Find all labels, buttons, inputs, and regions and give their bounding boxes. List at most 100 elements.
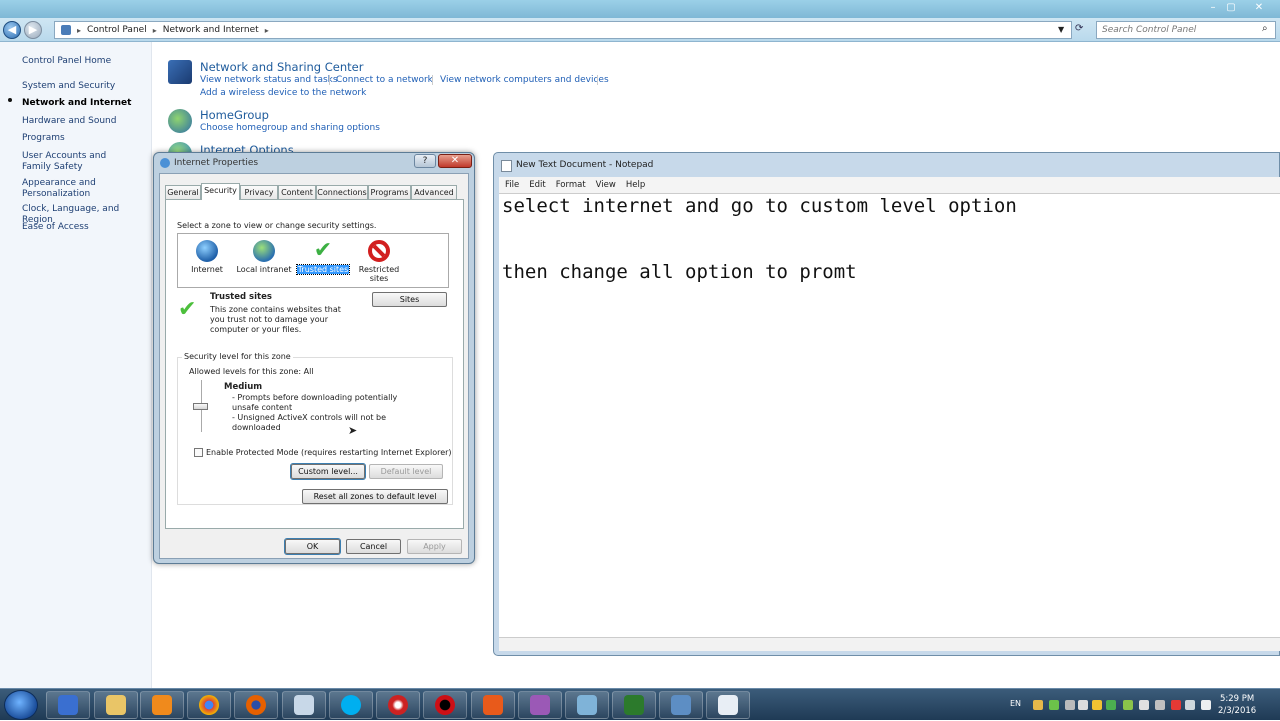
zone-restricted-sites[interactable]: Restricted sites: [350, 240, 408, 283]
nav-hardware-sound[interactable]: Hardware and Sound: [22, 116, 116, 127]
firefox-icon[interactable]: [234, 691, 278, 719]
view-network-computers-link[interactable]: View network computers and devices: [440, 75, 609, 85]
homegroup-options-link[interactable]: Choose homegroup and sharing options: [200, 123, 380, 133]
media-player-icon[interactable]: [140, 691, 184, 719]
search-icon[interactable]: ⌕: [1262, 23, 1268, 34]
address-bar[interactable]: ▸ Control Panel ▸ Network and Internet ▸: [54, 21, 1072, 39]
clock[interactable]: 5:29 PM 2/3/2016: [1218, 693, 1256, 717]
search-input[interactable]: Search Control Panel: [1096, 21, 1276, 39]
minimize-button[interactable]: –: [1206, 2, 1220, 14]
menu-file[interactable]: File: [505, 177, 519, 193]
camtasia-icon[interactable]: [612, 691, 656, 719]
globe-icon: [196, 240, 218, 262]
security-tab-panel: Select a zone to view or change security…: [165, 199, 464, 529]
maximize-button[interactable]: ▢: [1224, 2, 1238, 14]
ok-button[interactable]: OK: [284, 538, 341, 555]
zone-trusted-sites[interactable]: ✔ Trusted sites: [294, 240, 352, 275]
start-button[interactable]: [4, 690, 38, 720]
close-button[interactable]: ✕: [1252, 2, 1266, 14]
nav-system-security[interactable]: System and Security: [22, 81, 115, 92]
paint-icon[interactable]: [282, 691, 326, 719]
tray-icon[interactable]: [1171, 700, 1181, 710]
tab-privacy[interactable]: Privacy: [240, 185, 278, 200]
opera-icon[interactable]: [423, 691, 467, 719]
sites-button[interactable]: Sites: [372, 292, 447, 307]
security-level-label: Security level for this zone: [182, 352, 293, 361]
app-icon-red[interactable]: [376, 691, 420, 719]
tray-icon[interactable]: [1049, 700, 1059, 710]
tray-icon[interactable]: [1139, 700, 1149, 710]
menu-help[interactable]: Help: [626, 177, 645, 193]
tray-icon[interactable]: [1065, 700, 1075, 710]
chevron-down-icon[interactable]: ▼: [1058, 25, 1064, 34]
cancel-button[interactable]: Cancel: [346, 539, 401, 554]
network-sharing-center-link[interactable]: Network and Sharing Center: [200, 60, 363, 74]
menu-edit[interactable]: Edit: [529, 177, 545, 193]
horizontal-scrollbar[interactable]: [499, 637, 1280, 651]
control-panel-taskbar-icon[interactable]: [659, 691, 703, 719]
tab-general[interactable]: General: [165, 185, 201, 200]
file-explorer-icon[interactable]: [94, 691, 138, 719]
address-toolbar: ◀ ▶ ▸ Control Panel ▸ Network and Intern…: [0, 18, 1280, 42]
dialog-close-button[interactable]: ✕: [438, 154, 472, 168]
default-level-button[interactable]: Default level: [369, 464, 443, 479]
notepad-text-area[interactable]: select internet and go to custom level o…: [499, 193, 1280, 637]
app-icon-blue[interactable]: [565, 691, 609, 719]
chrome-icon[interactable]: [187, 691, 231, 719]
notepad-taskbar-icon[interactable]: [706, 691, 750, 719]
tab-connections[interactable]: Connections: [316, 185, 368, 200]
refresh-icon[interactable]: ⟳: [1075, 23, 1083, 34]
tab-content[interactable]: Content: [278, 185, 316, 200]
nav-programs[interactable]: Programs: [22, 133, 65, 144]
zone-heading: Trusted sites: [210, 292, 272, 302]
homegroup-link[interactable]: HomeGroup: [200, 108, 269, 122]
nav-user-accounts[interactable]: User Accounts and Family Safety: [22, 151, 137, 173]
tray-icon[interactable]: [1092, 700, 1102, 710]
protected-mode-checkbox[interactable]: [194, 448, 203, 457]
tray-icon[interactable]: [1185, 700, 1195, 710]
tab-advanced[interactable]: Advanced: [411, 185, 457, 200]
taskbar-app-icon[interactable]: [46, 691, 90, 719]
skype-icon[interactable]: [329, 691, 373, 719]
connect-network-link[interactable]: Connect to a network: [336, 75, 433, 85]
zone-internet[interactable]: Internet: [178, 240, 236, 274]
breadcrumb-control-panel[interactable]: Control Panel: [87, 25, 147, 35]
zone-local-intranet[interactable]: Local intranet: [234, 240, 294, 274]
nav-control-panel-home[interactable]: Control Panel Home: [22, 56, 111, 67]
nav-appearance[interactable]: Appearance and Personalization: [22, 178, 112, 200]
forward-icon[interactable]: ▶: [24, 21, 42, 39]
menu-view[interactable]: View: [596, 177, 616, 193]
language-indicator[interactable]: EN: [1010, 699, 1021, 708]
tray-icon[interactable]: [1078, 700, 1088, 710]
notepad-menubar: File Edit Format View Help: [499, 177, 1280, 193]
app-icon-purple[interactable]: [518, 691, 562, 719]
divider: [432, 75, 433, 85]
volume-icon[interactable]: [1201, 700, 1211, 710]
level-bullet: - Unsigned ActiveX controls will not be …: [232, 413, 387, 432]
nav-network-internet[interactable]: Network and Internet: [22, 98, 131, 109]
clock-date: 2/3/2016: [1218, 706, 1257, 716]
back-icon[interactable]: ◀: [3, 21, 21, 39]
zone-label: Local intranet: [236, 265, 292, 274]
network-icon[interactable]: [1155, 700, 1165, 710]
tab-programs[interactable]: Programs: [368, 185, 411, 200]
zone-label: Internet: [191, 265, 223, 274]
tab-security[interactable]: Security: [201, 183, 240, 200]
menu-format[interactable]: Format: [556, 177, 586, 193]
homegroup-icon: [168, 109, 192, 133]
tray-icon[interactable]: [1123, 700, 1133, 710]
tray-icon[interactable]: [1106, 700, 1116, 710]
view-network-status-link[interactable]: View network status and tasks: [200, 75, 338, 85]
ie-icon: [160, 158, 170, 168]
network-sharing-icon: [168, 60, 192, 84]
help-button[interactable]: ?: [414, 154, 436, 168]
add-wireless-device-link[interactable]: Add a wireless device to the network: [200, 88, 366, 98]
custom-level-button[interactable]: Custom level...: [290, 463, 366, 480]
apply-button[interactable]: Apply: [407, 539, 462, 554]
reset-all-zones-button[interactable]: Reset all zones to default level: [302, 489, 448, 504]
breadcrumb-network-internet[interactable]: Network and Internet: [163, 25, 259, 35]
app-icon-orange[interactable]: [471, 691, 515, 719]
tray-icon[interactable]: [1033, 700, 1043, 710]
nav-ease-of-access[interactable]: Ease of Access: [22, 222, 89, 233]
security-level-slider[interactable]: [193, 403, 208, 410]
